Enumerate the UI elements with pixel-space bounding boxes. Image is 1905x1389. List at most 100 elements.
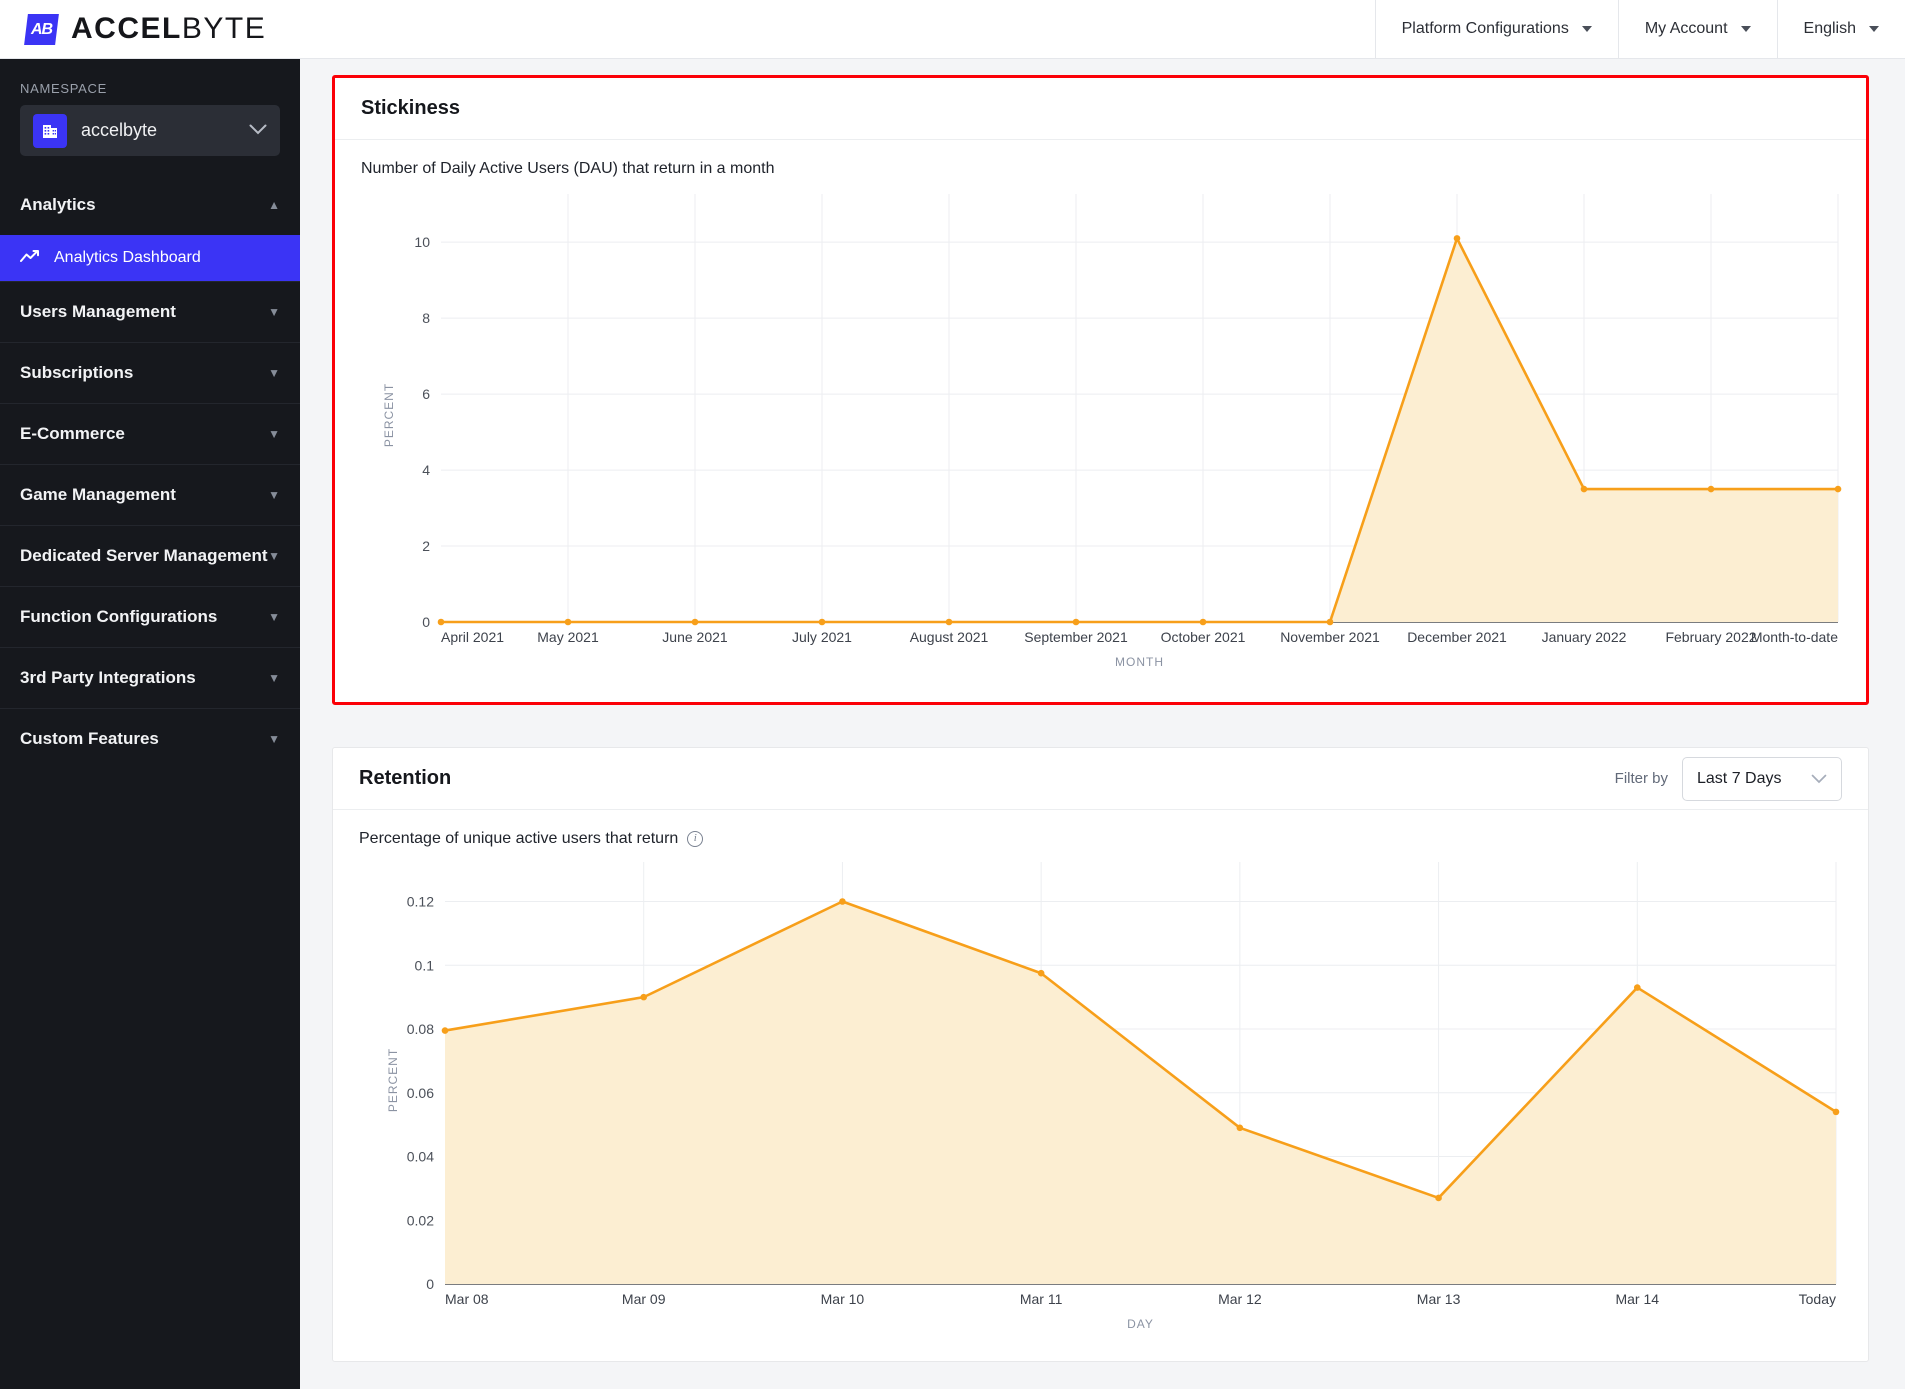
brand-name: ACCELBYTE: [71, 12, 266, 46]
svg-text:January 2022: January 2022: [1542, 629, 1627, 645]
sidebar-section-3rd-party-integrations-label: 3rd Party Integrations: [20, 668, 196, 687]
chevron-down-icon: ▼: [268, 549, 280, 563]
chevron-down-icon: ▼: [268, 610, 280, 624]
retention-title: Retention: [359, 767, 452, 789]
svg-text:4: 4: [422, 462, 430, 478]
svg-text:2: 2: [422, 538, 430, 554]
menu-language[interactable]: English: [1776, 0, 1905, 59]
sidebar-section-subscriptions-label: Subscriptions: [20, 363, 134, 382]
chevron-down-icon: [1740, 26, 1751, 32]
svg-text:6: 6: [422, 386, 430, 402]
stickiness-card-body: Number of Daily Active Users (DAU) that …: [335, 140, 1866, 707]
main-content: Stickiness Number of Daily Active Users …: [300, 59, 1905, 1389]
retention-filter-group: Filter by Last 7 Days: [1614, 756, 1842, 801]
sidebar-section-function-configurations-label: Function Configurations: [20, 607, 218, 626]
building-icon: [33, 113, 67, 148]
top-bar-menu: Platform Configurations My Account Engli…: [1374, 0, 1905, 59]
sidebar-section-game-management-label: Game Management: [20, 485, 176, 504]
stickiness-title: Stickiness: [361, 97, 460, 119]
svg-text:Month-to-date: Month-to-date: [1751, 629, 1838, 645]
chevron-down-icon: [1581, 26, 1592, 32]
info-icon[interactable]: i: [687, 831, 704, 847]
menu-my-account-label: My Account: [1644, 20, 1728, 37]
svg-text:0: 0: [422, 614, 430, 630]
svg-text:April 2021: April 2021: [441, 629, 504, 645]
filter-by-label: Filter by: [1614, 770, 1668, 787]
chevron-down-icon: [249, 122, 267, 140]
svg-text:Mar 08: Mar 08: [445, 1291, 489, 1307]
svg-text:Mar 12: Mar 12: [1218, 1291, 1262, 1307]
svg-text:May 2021: May 2021: [537, 629, 599, 645]
svg-text:0.06: 0.06: [407, 1085, 434, 1101]
svg-text:8: 8: [422, 310, 430, 326]
menu-my-account[interactable]: My Account: [1617, 0, 1777, 59]
stickiness-card-header: Stickiness: [335, 78, 1866, 140]
chevron-down-icon: [1869, 26, 1879, 32]
stickiness-caption-text: Number of Daily Active Users (DAU) that …: [361, 160, 775, 177]
retention-filter-select[interactable]: Last 7 Days: [1682, 756, 1842, 801]
namespace-value: accelbyte: [81, 120, 158, 140]
sidebar-section-game-management[interactable]: Game Management ▼: [0, 464, 300, 525]
sidebar-section-analytics[interactable]: Analytics ▲: [0, 174, 300, 235]
svg-text:August 2021: August 2021: [910, 629, 989, 645]
sidebar-section-function-configurations[interactable]: Function Configurations ▼: [0, 586, 300, 647]
sidebar-section-subscriptions[interactable]: Subscriptions ▼: [0, 342, 300, 403]
svg-text:Mar 10: Mar 10: [821, 1291, 865, 1307]
stickiness-chart[interactable]: 0 2 4 6 8 10 April 2021 May 2021 June 2021 July 2…: [361, 184, 1842, 689]
svg-text:0.12: 0.12: [407, 894, 434, 910]
namespace-selector[interactable]: accelbyte: [20, 105, 280, 156]
sidebar-item-analytics-dashboard-label: Analytics Dashboard: [54, 249, 201, 266]
sidebar-section-dedicated-server-management-label: Dedicated Server Management: [20, 546, 268, 565]
retention-filter-value: Last 7 Days: [1697, 769, 1782, 787]
sidebar-section-3rd-party-integrations[interactable]: 3rd Party Integrations ▼: [0, 647, 300, 708]
brand-logo[interactable]: AB ACCELBYTE: [24, 12, 266, 46]
stickiness-caption: Number of Daily Active Users (DAU) that …: [361, 160, 1840, 178]
chevron-down-icon: ▼: [268, 671, 280, 685]
brand-name-primary: ACCEL: [71, 12, 182, 45]
svg-text:0: 0: [426, 1276, 434, 1292]
sidebar-section-custom-features[interactable]: Custom Features ▼: [0, 708, 300, 769]
svg-text:Mar 09: Mar 09: [622, 1291, 666, 1307]
menu-platform-configurations-label: Platform Configurations: [1401, 20, 1569, 37]
svg-text:October 2021: October 2021: [1161, 629, 1246, 645]
chevron-down-icon: ▼: [268, 366, 280, 380]
menu-platform-configurations[interactable]: Platform Configurations: [1374, 0, 1618, 59]
chevron-down-icon: ▼: [268, 732, 280, 746]
svg-text:February 2022: February 2022: [1665, 629, 1756, 645]
sidebar-section-e-commerce[interactable]: E-Commerce ▼: [0, 403, 300, 464]
svg-text:10: 10: [414, 234, 430, 250]
chevron-down-icon: ▼: [268, 427, 280, 441]
top-bar: AB ACCELBYTE Platform Configurations My …: [0, 0, 1905, 59]
sidebar-section-users-management-label: Users Management: [20, 302, 176, 321]
retention-chart-svg[interactable]: 0 0.02 0.04 0.06 0.08 0.1 0.12 Mar 08 Mar 09 Mar …: [359, 854, 1864, 1344]
sidebar-section-e-commerce-label: E-Commerce: [20, 424, 125, 443]
svg-text:DAY: DAY: [1127, 1317, 1154, 1331]
retention-card: Retention Filter by Last 7 Days Percenta…: [332, 747, 1869, 1362]
stickiness-card: Stickiness Number of Daily Active Users …: [332, 75, 1869, 705]
accelbyte-logo-icon: AB: [24, 13, 59, 45]
chevron-down-icon: [1811, 771, 1827, 787]
menu-language-label: English: [1803, 20, 1856, 37]
sidebar-item-analytics-dashboard[interactable]: Analytics Dashboard: [0, 235, 300, 281]
chevron-down-icon: ▼: [268, 488, 280, 502]
sidebar-section-analytics-label: Analytics: [20, 194, 96, 214]
svg-text:PERCENT: PERCENT: [386, 1048, 400, 1112]
svg-text:November 2021: November 2021: [1280, 629, 1380, 645]
chevron-down-icon: ▼: [268, 305, 280, 319]
svg-text:0.04: 0.04: [407, 1149, 434, 1165]
svg-text:Mar 13: Mar 13: [1417, 1291, 1461, 1307]
svg-text:Mar 14: Mar 14: [1615, 1291, 1659, 1307]
sidebar-section-users-management[interactable]: Users Management ▼: [0, 281, 300, 342]
namespace-label: NAMESPACE: [20, 81, 107, 96]
sidebar-section-custom-features-label: Custom Features: [20, 729, 159, 748]
trending-up-icon: [20, 249, 40, 268]
retention-caption: Percentage of unique active users that r…: [359, 830, 1842, 848]
svg-text:Mar 11: Mar 11: [1020, 1291, 1063, 1307]
svg-text:December 2021: December 2021: [1407, 629, 1507, 645]
retention-chart[interactable]: 0 0.02 0.04 0.06 0.08 0.1 0.12 Mar 08 Mar 09 Mar …: [359, 854, 1842, 1349]
sidebar: NAMESPACE accelbyte Analytics ▲ Analytic…: [0, 59, 300, 1389]
stickiness-chart-svg[interactable]: 0 2 4 6 8 10 April 2021 May 2021 June 2021 July 2…: [361, 184, 1866, 684]
svg-text:July 2021: July 2021: [792, 629, 852, 645]
sidebar-section-dedicated-server-management[interactable]: Dedicated Server Management ▼: [0, 525, 300, 586]
svg-text:MONTH: MONTH: [1115, 655, 1164, 669]
